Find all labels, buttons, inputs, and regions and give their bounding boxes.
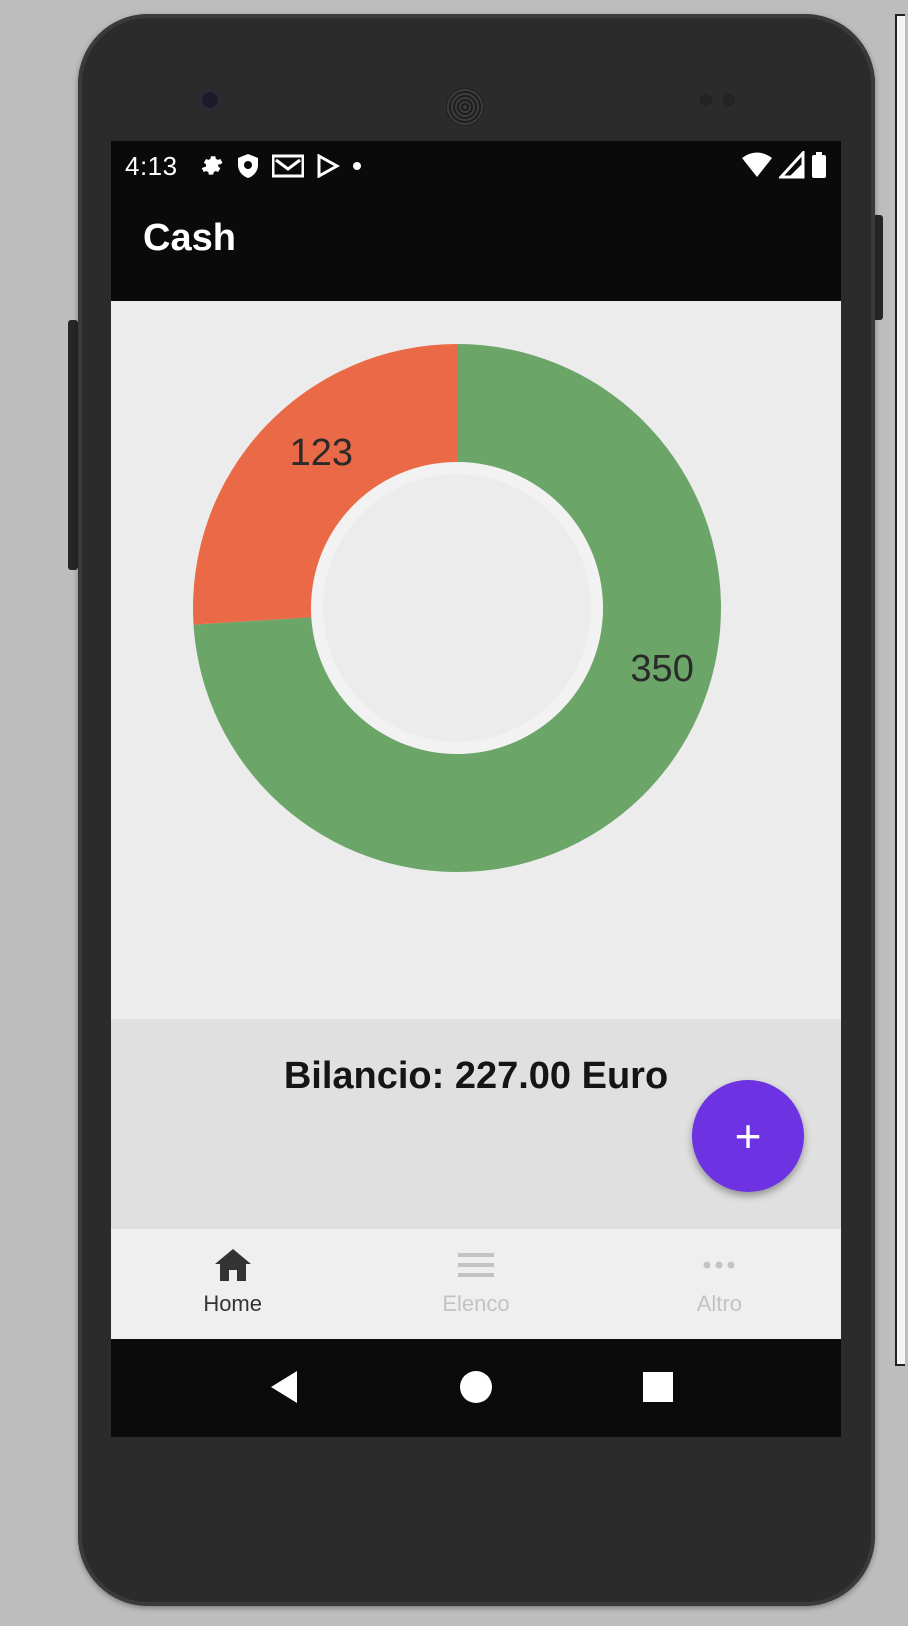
nav-item-altro[interactable]: Altro — [598, 1229, 841, 1339]
light-sensor — [723, 94, 735, 106]
recents-icon[interactable] — [638, 1367, 678, 1407]
more-icon — [703, 1261, 735, 1269]
signal-icon — [779, 151, 805, 179]
plus-icon: + — [734, 1110, 762, 1162]
home-circle-icon[interactable] — [456, 1367, 496, 1407]
wifi-icon — [742, 152, 772, 177]
phone-volume-button — [68, 320, 78, 570]
data-label-entrate: 350 — [630, 648, 693, 690]
system-navigation-bar — [111, 1339, 841, 1437]
back-icon[interactable] — [265, 1367, 305, 1407]
list-icon — [457, 1253, 494, 1277]
status-time: 4:13 — [125, 150, 178, 181]
bottom-navigation: Home Elenco Altro — [111, 1229, 841, 1339]
shield-icon — [237, 154, 258, 178]
nav-label-home: Home — [203, 1291, 262, 1316]
donut-chart: 350 123 — [193, 344, 722, 873]
nav-label-elenco: Elenco — [442, 1291, 510, 1316]
data-label-uscite: 123 — [290, 432, 353, 474]
app-bar: Cash — [111, 191, 841, 301]
play-store-icon — [317, 154, 340, 178]
battery-icon — [812, 152, 826, 178]
donut-hole — [323, 474, 591, 742]
nav-item-home[interactable]: Home — [111, 1229, 354, 1339]
nav-label-altro: Altro — [696, 1291, 742, 1316]
gear-icon — [201, 156, 223, 175]
front-camera — [199, 89, 221, 111]
proximity-sensor — [700, 94, 712, 106]
home-icon — [214, 1249, 251, 1281]
status-bar: 4:13 — [111, 141, 841, 191]
app-title: Cash — [143, 217, 236, 259]
emulator-side-panel — [895, 14, 905, 1366]
speaker-grille — [446, 88, 484, 126]
device-screen: 4:13 Cash 350 123 Bilancio: 227.00 Euro … — [111, 141, 841, 1437]
dot-icon — [352, 162, 361, 170]
mail-icon — [271, 154, 304, 178]
nav-item-elenco[interactable]: Elenco — [354, 1229, 597, 1339]
add-transaction-button[interactable]: + — [692, 1080, 804, 1192]
